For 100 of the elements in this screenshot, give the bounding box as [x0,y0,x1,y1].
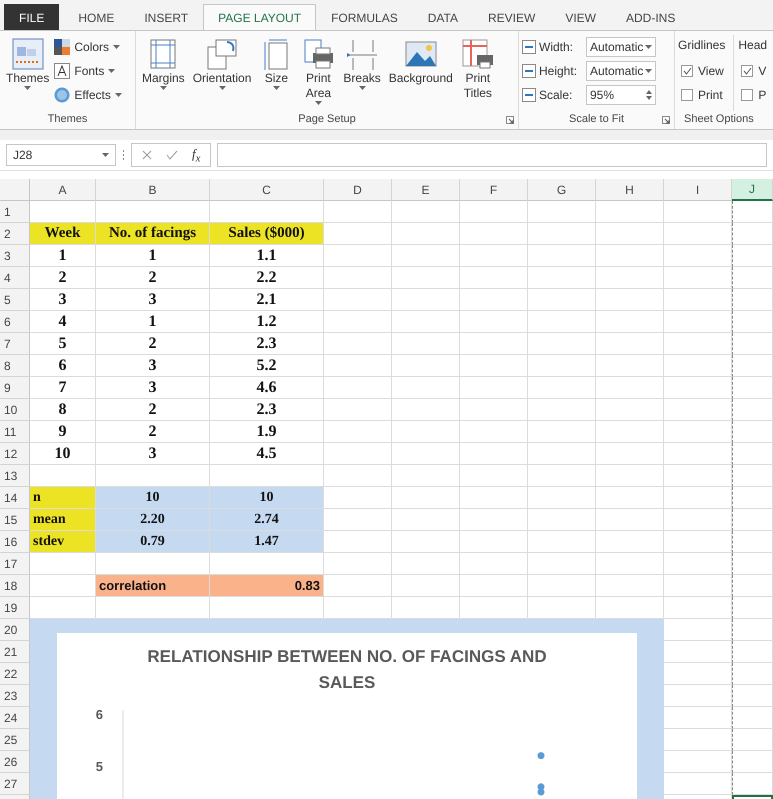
spreadsheet-cell[interactable]: 9 [30,421,96,443]
ribbon-tab[interactable]: VIEW [550,4,611,30]
spreadsheet-cell[interactable]: 2 [96,421,210,443]
spreadsheet-cell[interactable] [596,399,664,421]
spreadsheet-cell[interactable] [664,553,732,575]
spreadsheet-cell[interactable] [528,289,596,311]
ribbon-button[interactable]: Background [386,35,456,111]
checkbox[interactable] [741,89,754,101]
spreadsheet-cell[interactable]: 1.1 [210,245,324,267]
chart-frame[interactable]: RELATIONSHIP BETWEEN NO. OF FACINGS AND SALES 6 5 [30,619,664,799]
spreadsheet-cell[interactable] [460,289,528,311]
spreadsheet-cell[interactable] [324,443,392,465]
spreadsheet-cell[interactable]: 7 [30,377,96,399]
spreadsheet-cell[interactable] [664,201,732,223]
ribbon-tab[interactable]: REVIEW [472,4,550,30]
name-box[interactable]: J28 [6,144,116,166]
row-header[interactable]: 10 [0,399,30,421]
spreadsheet-cell[interactable] [460,443,528,465]
ribbon-tab[interactable]: INSERT [129,4,204,30]
spreadsheet-cell[interactable] [664,597,732,619]
spreadsheet-cell[interactable] [732,575,773,597]
spreadsheet-cell[interactable] [732,751,773,773]
row-header[interactable]: 14 [0,487,30,509]
spreadsheet-cell[interactable] [664,311,732,333]
spreadsheet-cell[interactable] [460,355,528,377]
spreadsheet-cell[interactable]: 10 [30,443,96,465]
ribbon-button[interactable]: Margins [139,35,188,111]
spreadsheet-cell[interactable] [732,311,773,333]
spreadsheet-cell[interactable] [596,553,664,575]
dropdown-field[interactable]: Automatic [586,61,656,81]
spreadsheet-cell[interactable]: mean [30,509,96,531]
spreadsheet-cell[interactable] [324,465,392,487]
spreadsheet-cell[interactable] [596,289,664,311]
spreadsheet-cell[interactable] [392,531,460,553]
spreadsheet-cell[interactable] [664,355,732,377]
spreadsheet-cell[interactable] [528,355,596,377]
spreadsheet-cell[interactable] [460,553,528,575]
spreadsheet-cell[interactable] [324,399,392,421]
spreadsheet-cell[interactable] [460,421,528,443]
spreadsheet-cell[interactable]: 2 [96,333,210,355]
spreadsheet-cell[interactable]: 2.3 [210,333,324,355]
spreadsheet-cell[interactable] [732,707,773,729]
ribbon-button[interactable]: Size [256,35,296,111]
spreadsheet-cell[interactable] [664,575,732,597]
spreadsheet-cell[interactable] [732,333,773,355]
spreadsheet-cell[interactable] [324,421,392,443]
spreadsheet-cell[interactable]: 1.9 [210,421,324,443]
spreadsheet-cell[interactable]: stdev [30,531,96,553]
spreadsheet-cell[interactable] [324,355,392,377]
spreadsheet-cell[interactable] [732,685,773,707]
row-header[interactable]: 1 [0,201,30,223]
row-header[interactable]: 13 [0,465,30,487]
spreadsheet-cell[interactable] [460,465,528,487]
spreadsheet-cell[interactable] [596,421,664,443]
themes-button[interactable]: Themes [3,35,52,111]
spreadsheet-cell[interactable] [596,267,664,289]
spreadsheet-cell[interactable] [596,575,664,597]
column-header[interactable]: A [30,179,96,201]
select-all-corner[interactable] [0,179,30,201]
ribbon-tab[interactable]: FORMULAS [316,4,413,30]
spreadsheet-cell[interactable] [460,311,528,333]
spreadsheet-cell[interactable]: 3 [96,355,210,377]
row-header[interactable]: 8 [0,355,30,377]
row-header[interactable]: 15 [0,509,30,531]
spreadsheet-cell[interactable]: 1.2 [210,311,324,333]
spreadsheet-cell[interactable] [732,729,773,751]
ribbon-small-button[interactable]: Effects [54,83,122,107]
spreadsheet-cell[interactable] [392,553,460,575]
dialog-launcher-icon[interactable] [662,116,670,124]
row-header[interactable]: 24 [0,707,30,729]
check-icon[interactable] [166,150,178,160]
spreadsheet-cell[interactable] [460,377,528,399]
spreadsheet-cell[interactable] [392,487,460,509]
spreadsheet-cell[interactable] [392,377,460,399]
spreadsheet-cell[interactable]: 4.5 [210,443,324,465]
ribbon-tab[interactable]: PAGE LAYOUT [203,4,316,30]
spreadsheet-cell[interactable] [460,267,528,289]
spreadsheet-cell[interactable] [392,267,460,289]
spreadsheet-cell[interactable] [732,355,773,377]
spreadsheet-cell[interactable]: 10 [96,487,210,509]
dropdown-field[interactable]: Automatic [586,37,656,57]
spreadsheet-cell[interactable]: n [30,487,96,509]
spreadsheet-cell[interactable]: 4.6 [210,377,324,399]
spreadsheet-cell[interactable] [392,421,460,443]
spreadsheet-cell[interactable]: 3 [30,289,96,311]
spreadsheet-cell[interactable] [392,223,460,245]
spreadsheet-cell[interactable] [324,267,392,289]
spreadsheet-cell[interactable] [732,245,773,267]
spreadsheet-cell[interactable] [460,245,528,267]
spreadsheet-cell[interactable] [664,377,732,399]
spreadsheet-cell[interactable]: 3 [96,289,210,311]
spreadsheet-cell[interactable]: 3 [96,443,210,465]
spreadsheet-cell[interactable] [596,355,664,377]
spreadsheet-cell[interactable] [664,245,732,267]
spreadsheet-cell[interactable] [732,443,773,465]
spreadsheet-cell[interactable] [392,311,460,333]
spreadsheet-cell[interactable] [732,289,773,311]
row-header[interactable]: 7 [0,333,30,355]
spreadsheet-cell[interactable]: 3 [96,377,210,399]
spreadsheet-cell[interactable]: 2.2 [210,267,324,289]
